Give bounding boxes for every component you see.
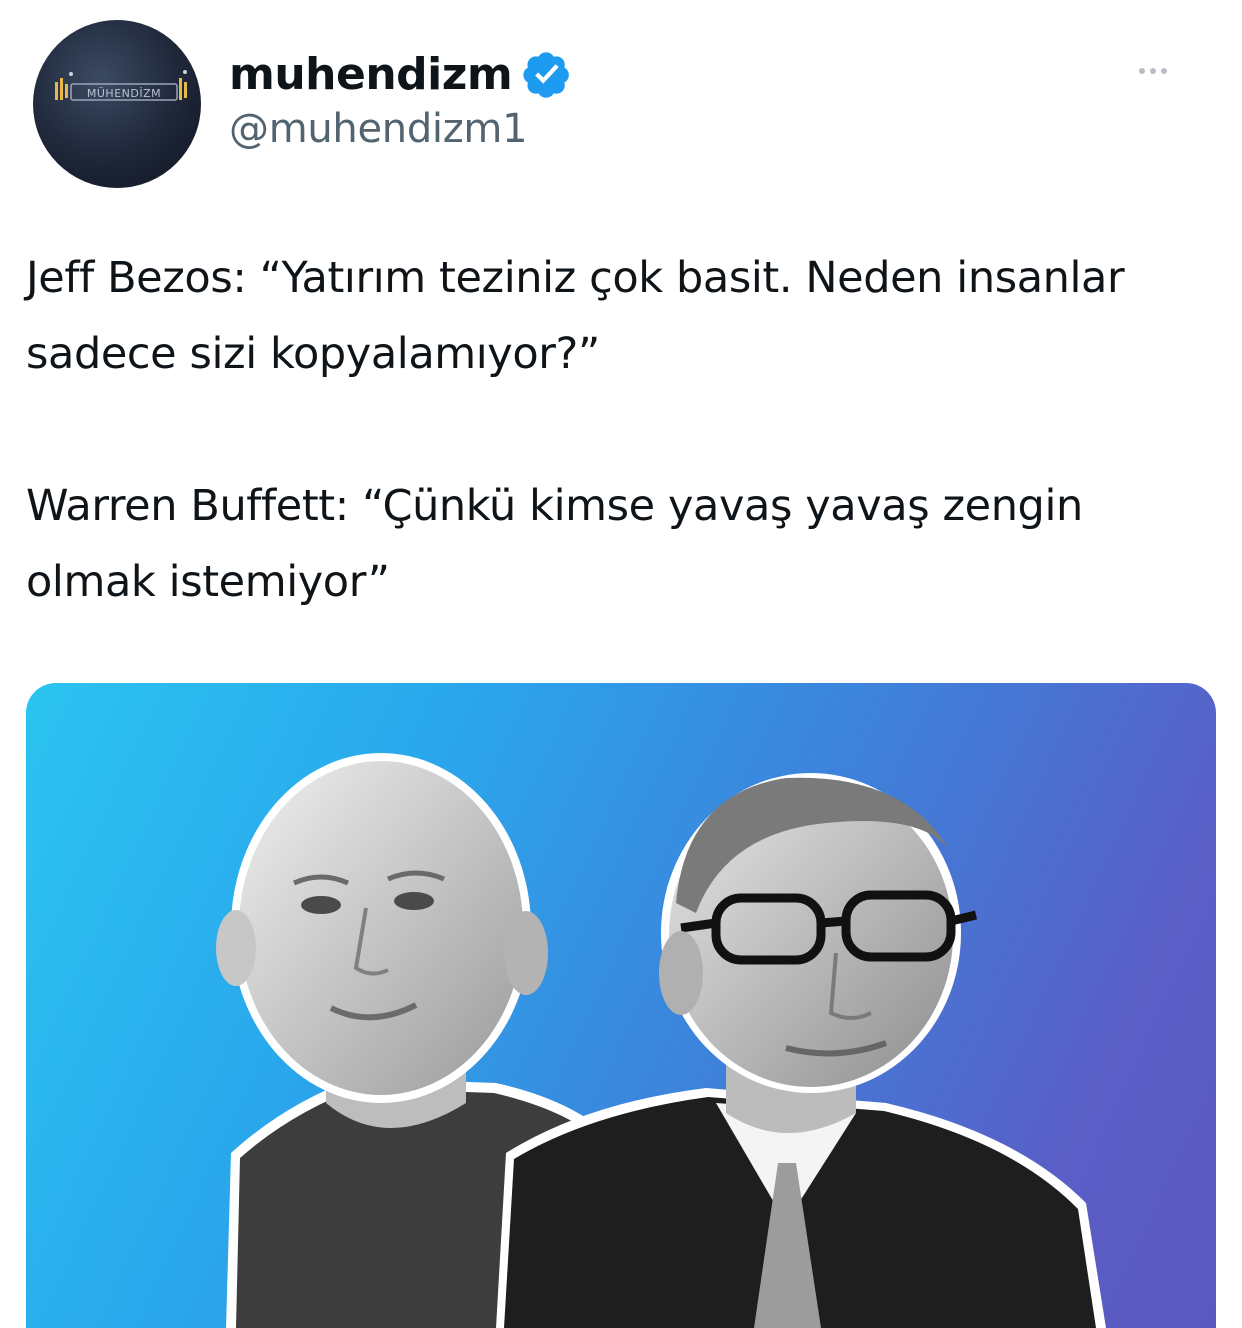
- verified-badge-icon: [523, 52, 570, 98]
- tweet-card: MÜHENDİZM muhendizm @muhendizm1 Jeff Bez…: [0, 0, 1242, 1328]
- more-dots-icon: [1150, 68, 1156, 74]
- portrait-illustration: [216, 753, 1106, 1328]
- more-button[interactable]: [1128, 56, 1178, 86]
- avatar[interactable]: MÜHENDİZM: [33, 20, 201, 188]
- svg-text:MÜHENDİZM: MÜHENDİZM: [87, 87, 161, 100]
- right-man-photo: [496, 773, 1106, 1328]
- tweet-paragraph: Warren Buffett: “Çünkü kimse yavaş yavaş…: [26, 481, 1083, 607]
- more-dots-icon: [1161, 68, 1167, 74]
- author-name-row[interactable]: muhendizm: [229, 44, 572, 104]
- more-dots-icon: [1139, 68, 1145, 74]
- tweet-text: Jeff Bezos: “Yatırım teziniz çok basit. …: [26, 240, 1206, 620]
- handle[interactable]: @muhendizm1: [229, 106, 528, 152]
- tweet-media-image[interactable]: [26, 683, 1216, 1328]
- muhendizm-logo: MÜHENDİZM: [55, 70, 187, 101]
- tweet-paragraph: Jeff Bezos: “Yatırım teziniz çok basit. …: [26, 253, 1125, 379]
- display-name[interactable]: muhendizm: [229, 49, 513, 100]
